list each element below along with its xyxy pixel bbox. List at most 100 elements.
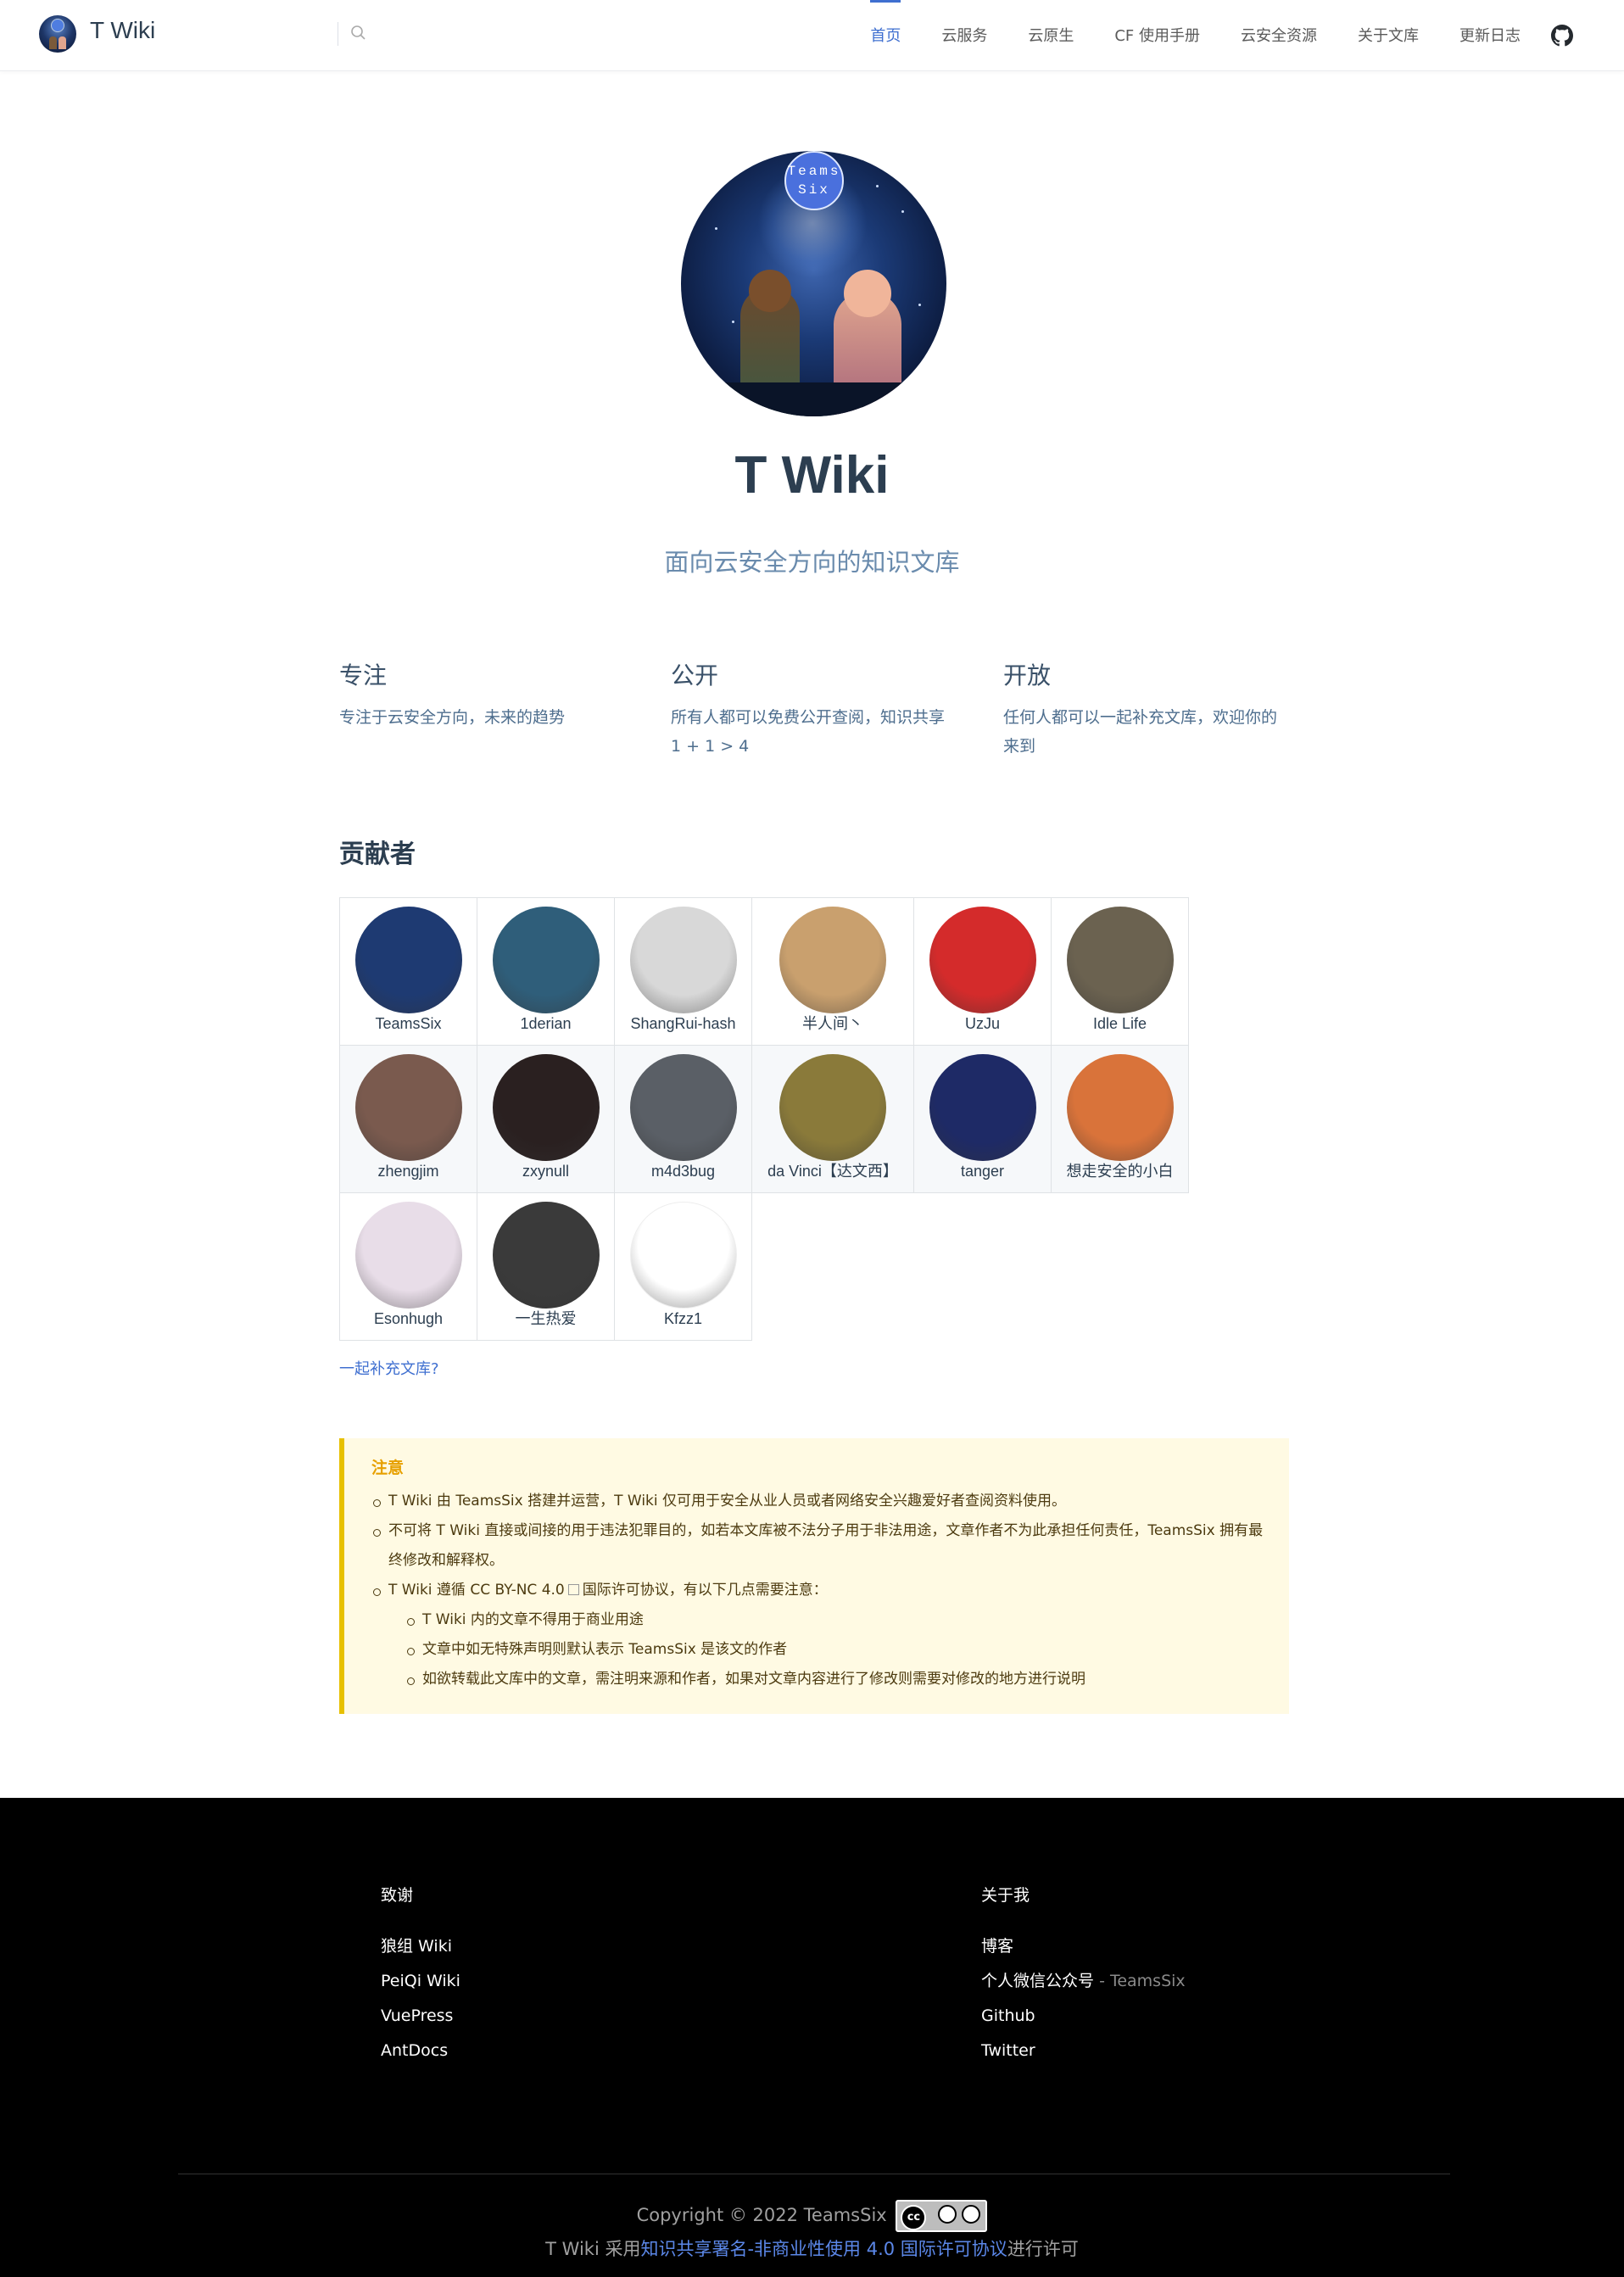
footer-link-antdocs[interactable]: AntDocs <box>381 2034 460 2068</box>
footer-link-peiqi-wiki[interactable]: PeiQi Wiki <box>381 1964 460 1999</box>
nav-item-changelog[interactable]: 更新日志 <box>1459 0 1521 71</box>
cc-license-link[interactable]: T Wiki 遵循 CC BY-NC 4.0 <box>388 1582 565 1599</box>
warning-sub-item: T Wiki 内的文章不得用于商业用途 <box>388 1605 1264 1635</box>
avatar[interactable] <box>929 907 1036 1013</box>
contributor-cell[interactable]: 1derian <box>477 897 615 1046</box>
feature-text: 所有人都可以免费公开查阅，知识共享 1 + 1 > 4 <box>671 708 946 756</box>
contributor-name[interactable]: zhengjim <box>340 1161 477 1181</box>
nav-item-cloud-security-resources[interactable]: 云安全资源 <box>1241 0 1317 71</box>
contributor-cell[interactable]: zxynull <box>477 1045 615 1193</box>
contributor-cell[interactable]: Kfzz1 <box>614 1192 752 1341</box>
join-contribute-link[interactable]: 一起补充文库? <box>339 1357 439 1379</box>
main-nav: 首页 云服务 云原生 CF 使用手册 云安全资源 关于文库 更新日志 <box>829 0 1573 71</box>
contributor-cell[interactable]: m4d3bug <box>614 1045 752 1193</box>
external-link-icon <box>567 1584 579 1595</box>
contributor-name[interactable]: Esonhugh <box>340 1309 477 1329</box>
nav-item-cloud-services[interactable]: 云服务 <box>941 0 987 71</box>
avatar[interactable] <box>1066 907 1174 1013</box>
footer-link-wechat[interactable]: 个人微信公众号 - TeamsSix <box>981 1964 1186 1999</box>
contributor-cell[interactable]: UzJu <box>913 897 1052 1046</box>
search-button[interactable] <box>338 22 371 46</box>
avatar[interactable] <box>929 1054 1036 1161</box>
avatar[interactable] <box>629 1054 737 1161</box>
contributor-name[interactable]: 半人间丶 <box>752 1013 913 1034</box>
warning-sub-item: 如欲转载此文库中的文章，需注明来源和作者，如果对文章内容进行了修改则需要对修改的… <box>388 1665 1264 1694</box>
contributor-cell[interactable]: 半人间丶 <box>751 897 914 1046</box>
contributor-name[interactable]: TeamsSix <box>340 1013 477 1034</box>
avatar[interactable] <box>492 1054 600 1161</box>
warning-item: T Wiki 由 TeamsSix 搭建并运营，T Wiki 仅可用于安全从业人… <box>371 1487 1264 1516</box>
footer-link-vuepress[interactable]: VuePress <box>381 1999 460 2034</box>
feature-focus: 专注 专注于云安全方向，未来的趋势 <box>339 657 628 732</box>
github-icon[interactable] <box>1551 25 1573 47</box>
warning-item: 不可将 T Wiki 直接或间接的用于违法犯罪目的，如若本文库被不法分子用于非法… <box>371 1516 1264 1576</box>
contributor-cell[interactable]: Idle Life <box>1051 897 1189 1046</box>
footer: 致谢 狼组 Wiki PeiQi Wiki VuePress AntDocs 关… <box>0 1798 1624 2277</box>
footer-link-blog[interactable]: 博客 <box>981 1929 1186 1964</box>
footer-link-github[interactable]: Github <box>981 1999 1186 2034</box>
nav-item-home[interactable]: 首页 <box>870 0 901 71</box>
footer-col-title: 致谢 <box>381 1886 414 1905</box>
footer-thanks: 致谢 狼组 Wiki PeiQi Wiki VuePress AntDocs <box>381 1883 460 2068</box>
avatar[interactable] <box>354 907 462 1013</box>
nav-item-cf-manual[interactable]: CF 使用手册 <box>1114 0 1200 71</box>
avatar[interactable] <box>354 1202 462 1309</box>
contributor-name[interactable]: m4d3bug <box>615 1161 751 1181</box>
contributor-cell[interactable]: ShangRui-hash <box>614 897 752 1046</box>
nav-item-about[interactable]: 关于文库 <box>1358 0 1419 71</box>
warning-title: 注意 <box>371 1459 405 1477</box>
hero-image: Teams Six <box>681 151 946 416</box>
feature-open: 开放 任何人都可以一起补充文库，欢迎你的来到 <box>1003 657 1292 761</box>
footer-link-twitter[interactable]: Twitter <box>981 2034 1186 2068</box>
feature-title: 专注 <box>339 661 388 689</box>
warning-box: 注意 T Wiki 由 TeamsSix 搭建并运营，T Wiki 仅可用于安全… <box>339 1438 1289 1714</box>
avatar[interactable] <box>629 907 737 1013</box>
contributor-name[interactable]: Idle Life <box>1052 1013 1188 1034</box>
warning-sub-item: 文章中如无特殊声明则默认表示 TeamsSix 是该文的作者 <box>388 1635 1264 1665</box>
nav-item-cloud-native[interactable]: 云原生 <box>1028 0 1074 71</box>
contributor-cell[interactable]: 一生热爱 <box>477 1192 615 1341</box>
footer-col-title: 关于我 <box>981 1886 1030 1905</box>
license-line: T Wiki 采用知识共享署名-非商业性使用 4.0 国际许可协议进行许可 <box>545 2239 1079 2259</box>
contributor-cell[interactable]: da Vinci【达文西】 <box>751 1045 914 1193</box>
contributor-name[interactable]: UzJu <box>914 1013 1051 1034</box>
feature-text: 任何人都可以一起补充文库，欢迎你的来到 <box>1003 708 1278 756</box>
contributor-cell[interactable]: zhengjim <box>339 1045 477 1193</box>
contributor-cell[interactable]: tanger <box>913 1045 1052 1193</box>
contributor-cell[interactable]: 想走安全的小白 <box>1051 1045 1189 1193</box>
by-icon <box>938 2205 957 2224</box>
avatar[interactable] <box>779 1054 886 1161</box>
contributor-name[interactable]: da Vinci【达文西】 <box>752 1161 913 1181</box>
contributor-cell[interactable]: Esonhugh <box>339 1192 477 1341</box>
avatar[interactable] <box>1066 1054 1174 1161</box>
contributor-name[interactable]: 一生热爱 <box>477 1309 614 1329</box>
copyright: Copyright © 2022 TeamsSix cc <box>0 2200 1624 2232</box>
avatar[interactable] <box>492 1202 600 1309</box>
feature-title: 开放 <box>1003 661 1052 689</box>
contributor-name[interactable]: tanger <box>914 1161 1051 1181</box>
avatar[interactable] <box>779 907 886 1013</box>
contributor-name[interactable]: ShangRui-hash <box>615 1013 751 1034</box>
cc-license-badge[interactable]: cc <box>896 2200 988 2232</box>
site-name[interactable]: T Wiki <box>90 17 155 44</box>
avatar[interactable] <box>492 907 600 1013</box>
warning-item: T Wiki 遵循 CC BY-NC 4.0 国际许可协议，有以下几点需要注意： … <box>371 1576 1264 1694</box>
contributor-name[interactable]: Kfzz1 <box>615 1309 751 1329</box>
contributor-cell[interactable]: TeamsSix <box>339 897 477 1046</box>
site-logo[interactable] <box>39 15 76 53</box>
contributor-name[interactable]: zxynull <box>477 1161 614 1181</box>
footer-link-wolf-wiki[interactable]: 狼组 Wiki <box>381 1929 460 1964</box>
contributors-title: 贡献者 <box>339 840 416 869</box>
contributor-name[interactable]: 1derian <box>477 1013 614 1034</box>
footer-about: 关于我 博客 个人微信公众号 - TeamsSix Github Twitter <box>981 1883 1186 2068</box>
contributor-name[interactable]: 想走安全的小白 <box>1052 1161 1188 1181</box>
feature-text: 专注于云安全方向，未来的趋势 <box>339 708 566 727</box>
avatar[interactable] <box>354 1054 462 1161</box>
hero-description: 面向云安全方向的知识文库 <box>664 548 960 577</box>
navbar: T Wiki 首页 云服务 云原生 CF 使用手册 云安全资源 关于文库 更新日… <box>0 0 1624 71</box>
avatar[interactable] <box>629 1202 737 1309</box>
warning-list: T Wiki 由 TeamsSix 搭建并运营，T Wiki 仅可用于安全从业人… <box>371 1487 1264 1694</box>
teams-six-badge: Teams Six <box>784 151 844 210</box>
license-link[interactable]: 知识共享署名-非商业性使用 4.0 国际许可协议 <box>640 2239 1007 2259</box>
nc-icon <box>962 2205 981 2224</box>
